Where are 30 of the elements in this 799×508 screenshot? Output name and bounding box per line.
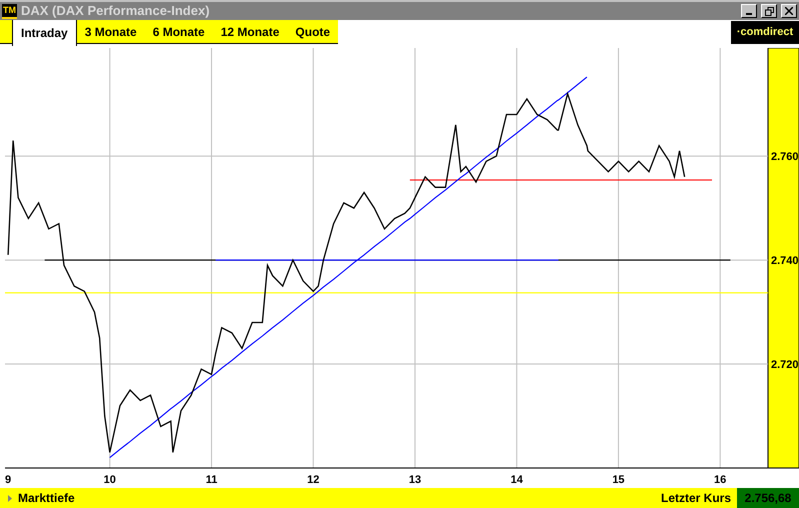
- tab[interactable]: 12 Monate: [212, 20, 288, 44]
- axis-label: 16: [714, 474, 726, 486]
- window-title: DAX (DAX Performance-Index): [21, 2, 210, 20]
- market-depth-link[interactable]: Markttiefe: [8, 489, 75, 507]
- axis-label: 2.720: [771, 359, 799, 372]
- restore-icon: [764, 6, 774, 16]
- tab[interactable]: Quote: [287, 20, 338, 44]
- minimize-button[interactable]: [741, 4, 757, 18]
- axis-label: 2.760: [771, 151, 799, 164]
- app-icon: TM: [2, 4, 17, 18]
- axis-label: 12: [307, 474, 320, 486]
- axis-label: 10: [104, 474, 116, 486]
- tab[interactable]: Intraday: [12, 20, 77, 46]
- close-button[interactable]: [781, 4, 797, 18]
- triangle-icon: [8, 494, 12, 502]
- restore-button[interactable]: [761, 4, 777, 18]
- last-price-value: 2.756,68: [737, 488, 799, 508]
- axis-label: 2.740: [771, 255, 799, 268]
- close-icon: [785, 7, 793, 15]
- brand-logo: ·comdirect: [731, 21, 799, 44]
- tab-bar-spacer: [0, 20, 12, 44]
- tab[interactable]: 6 Monate: [144, 20, 213, 44]
- axis-label: 11: [206, 474, 218, 486]
- last-price-label: Letzter Kurs: [660, 490, 731, 507]
- axis-label: 13: [408, 474, 422, 486]
- tab[interactable]: 3 Monate: [76, 20, 145, 44]
- minimize-icon: [746, 13, 752, 15]
- axis-label: 9: [5, 474, 12, 486]
- axis-label: 14: [510, 474, 523, 486]
- axis-label: 15: [612, 474, 625, 486]
